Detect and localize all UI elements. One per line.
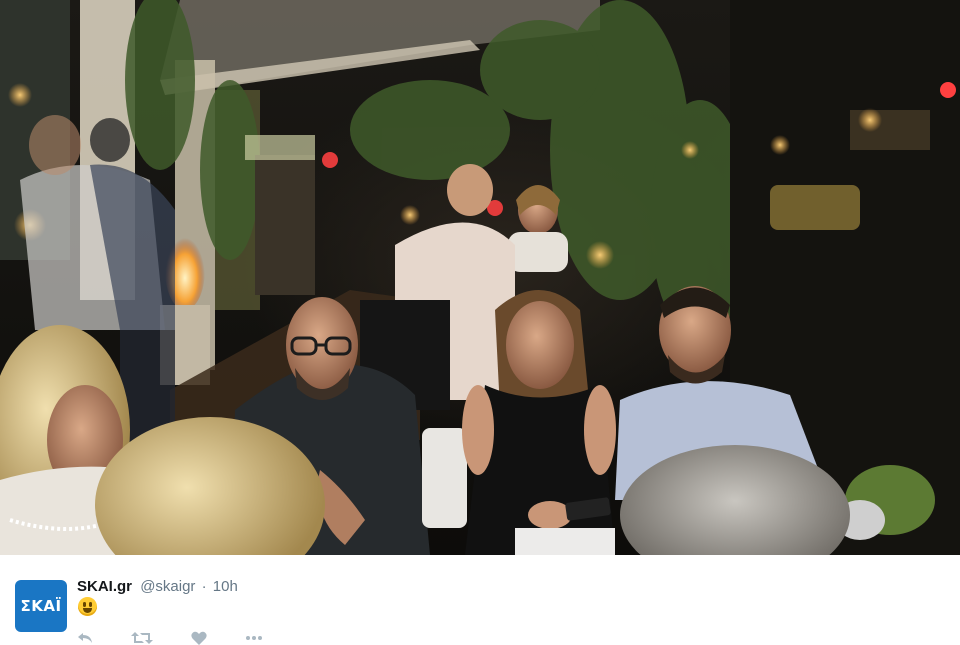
like-icon bbox=[191, 631, 207, 645]
reply-button[interactable] bbox=[77, 631, 93, 645]
smiley-face-icon bbox=[78, 597, 97, 616]
user-handle[interactable]: @skaigr bbox=[140, 578, 195, 595]
avatar-logo-text: ΣΚΑΪ bbox=[20, 597, 62, 615]
separator: · bbox=[201, 578, 207, 595]
tweet-header: SKAI.gr @skaigr · 10h bbox=[77, 578, 238, 595]
tweet-actions bbox=[77, 631, 263, 645]
timestamp[interactable]: 10h bbox=[213, 578, 238, 595]
retweet-icon bbox=[131, 632, 153, 644]
retweet-button[interactable] bbox=[131, 631, 153, 645]
tweet-photo[interactable] bbox=[0, 0, 960, 555]
display-name[interactable]: SKAI.gr bbox=[77, 578, 132, 595]
avatar[interactable]: ΣΚΑΪ bbox=[15, 580, 67, 632]
reply-icon bbox=[78, 633, 92, 643]
more-button[interactable] bbox=[245, 631, 263, 645]
like-button[interactable] bbox=[191, 631, 207, 645]
restaurant-scene bbox=[0, 0, 960, 555]
more-icon bbox=[246, 636, 262, 640]
tweet-card: ΣΚΑΪ SKAI.gr @skaigr · 10h bbox=[0, 555, 960, 645]
